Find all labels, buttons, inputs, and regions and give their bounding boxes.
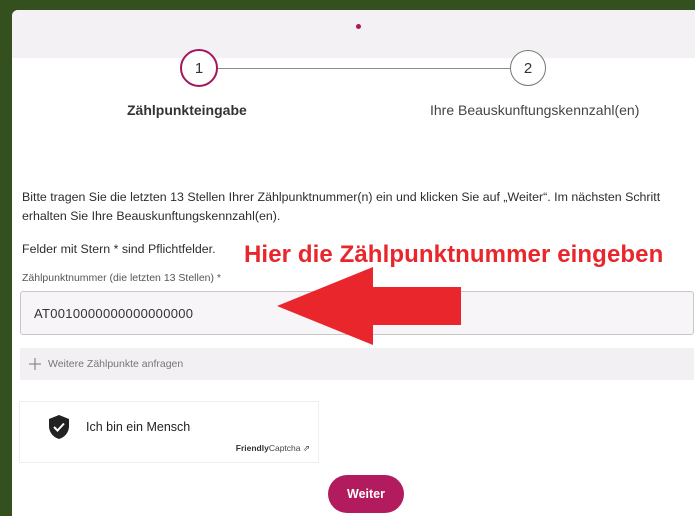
- plus-icon: [29, 358, 41, 370]
- step-2-number: 2: [523, 59, 533, 77]
- friendly-captcha-widget[interactable]: Ich bin ein Mensch FriendlyCaptcha ⇗: [20, 402, 318, 462]
- step-1-indicator: 1: [180, 49, 218, 87]
- required-fields-note: Felder mit Stern * sind Pflichtfelder.: [22, 242, 216, 256]
- step-2-label: Ihre Beauskunftungskennzahl(en): [430, 102, 640, 118]
- add-meter-points-button[interactable]: Weitere Zählpunkte anfragen: [20, 348, 694, 380]
- weiter-button[interactable]: Weiter: [328, 475, 404, 513]
- step-1-label: Zählpunkteingabe: [127, 102, 247, 118]
- arrow-left-icon: [277, 267, 461, 345]
- captcha-brand-link[interactable]: FriendlyCaptcha ⇗: [236, 443, 310, 454]
- step-1-number: 1: [194, 59, 204, 77]
- intro-text: Bitte tragen Sie die letzten 13 Stellen …: [22, 190, 661, 223]
- meter-point-field-label: Zählpunktnummer (die letzten 13 Stellen)…: [22, 272, 222, 284]
- captcha-label: Ich bin ein Mensch: [86, 420, 191, 434]
- captcha-brand-bold: Friendly: [235, 443, 269, 453]
- card-header-band: [12, 10, 695, 58]
- step-2-indicator: 2: [510, 50, 546, 86]
- captcha-brand-rest: Captcha ⇗: [268, 443, 310, 453]
- add-meter-points-label: Weitere Zählpunkte anfragen: [48, 358, 184, 370]
- stepper-connector: [217, 68, 525, 69]
- shield-check-icon: [49, 415, 69, 439]
- header-dot: [356, 24, 361, 29]
